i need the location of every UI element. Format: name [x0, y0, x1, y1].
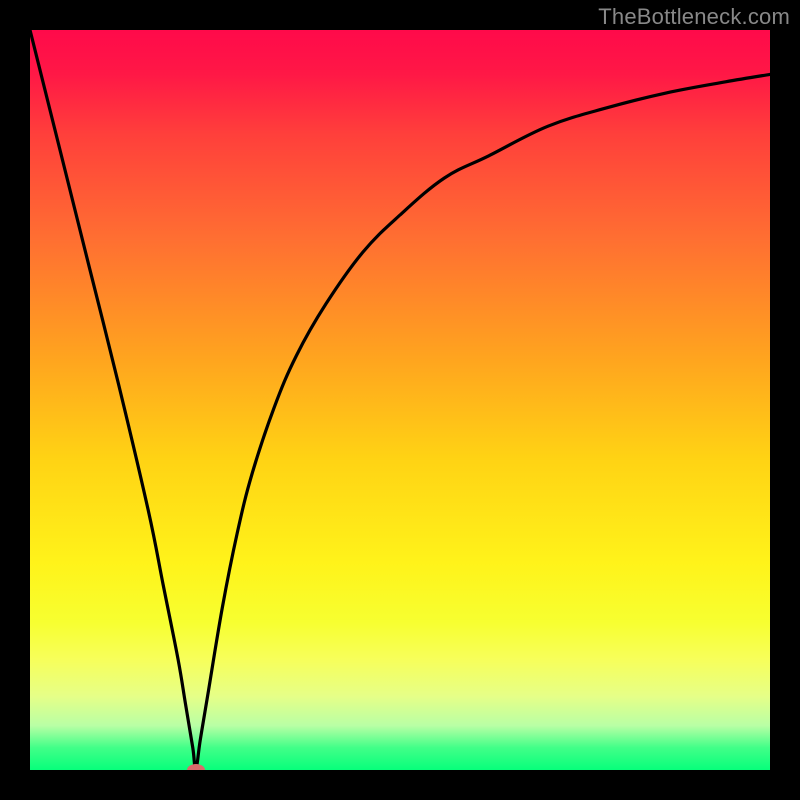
- optimum-marker: [187, 764, 205, 770]
- watermark-text: TheBottleneck.com: [598, 4, 790, 30]
- chart-frame: TheBottleneck.com: [0, 0, 800, 800]
- plot-area: [30, 30, 770, 770]
- bottleneck-curve: [30, 30, 770, 770]
